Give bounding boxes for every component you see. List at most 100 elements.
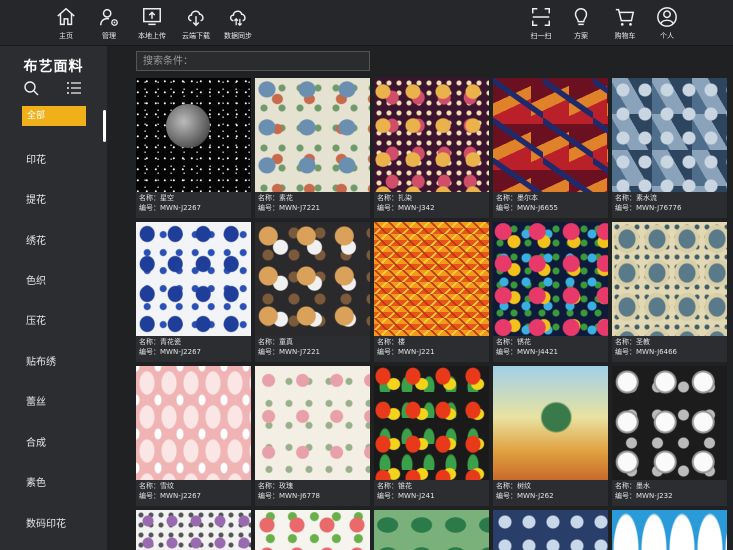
- product-card[interactable]: 名称：锈花 编号：MWN-J4421: [493, 222, 608, 362]
- product-name: 名称：素花: [258, 194, 293, 202]
- product-code: 编号：MWN-J2267: [139, 204, 201, 212]
- product-card[interactable]: [612, 510, 727, 550]
- cloud-sync-icon: [229, 10, 246, 27]
- product-card[interactable]: 名称：玫瑰编号：MWN-J6778: [255, 366, 370, 506]
- product-card[interactable]: 名称：童真 编号：MWN-J7221: [255, 222, 370, 362]
- product-code: 编号：MWN-J342: [377, 204, 435, 212]
- nav-sync-label: 数据同步: [224, 32, 252, 40]
- product-card[interactable]: [255, 510, 370, 550]
- category-all-active[interactable]: 全部: [22, 106, 86, 126]
- product-image: [136, 222, 251, 336]
- upload-icon: [143, 8, 161, 26]
- product-name: 名称：玫瑰: [258, 482, 293, 490]
- product-card[interactable]: [136, 510, 251, 550]
- product-card[interactable]: 名称：圣教 编号：MWN-J6466: [612, 222, 727, 362]
- nav-personal[interactable]: 个人: [645, 6, 689, 41]
- product-card[interactable]: 名称：树纹 编号：MWN-J262: [493, 366, 608, 506]
- product-code: 编号：MWN-J7221: [258, 348, 320, 356]
- category-item[interactable]: 绣花: [26, 232, 46, 247]
- product-image: [374, 222, 489, 336]
- product-card[interactable]: 名称：扎染编号：MWN-J342: [374, 78, 489, 218]
- product-image: [255, 78, 370, 192]
- product-card[interactable]: 名称：青花瓷 编号：MWN-J2267: [136, 222, 251, 362]
- product-image: [136, 366, 251, 480]
- nav-manage[interactable]: 管理: [87, 6, 131, 41]
- product-code: 编号：MWN-J7221: [258, 204, 320, 212]
- product-card[interactable]: 名称：锥花编号：MWN-J241: [374, 366, 489, 506]
- category-item[interactable]: 压花: [26, 312, 46, 327]
- category-item[interactable]: 贴布绣: [26, 353, 56, 368]
- product-code: 编号：MWN-J221: [377, 348, 435, 356]
- category-item[interactable]: 蕾丝: [26, 393, 46, 408]
- product-code: 编号：MWN-J241: [377, 492, 435, 500]
- search-icon[interactable]: [23, 80, 39, 96]
- product-image: [612, 510, 727, 550]
- product-name: 名称：墨尔本: [496, 194, 538, 202]
- product-image: [493, 222, 608, 336]
- sidebar-scrollbar[interactable]: [103, 110, 106, 142]
- product-image: [374, 366, 489, 480]
- category-item[interactable]: 提花: [26, 191, 46, 206]
- product-image: [255, 510, 370, 550]
- product-code: 编号：MWN-J76776: [615, 204, 682, 212]
- product-card[interactable]: 名称：墨水 编号：MWN-J232: [612, 366, 727, 506]
- product-card[interactable]: 名称：素水流编号：MWN-J76776: [612, 78, 727, 218]
- sidebar-title: 布艺面料: [23, 59, 84, 75]
- product-name: 名称：锈花: [496, 338, 531, 346]
- user-icon: [657, 7, 677, 27]
- product-name: 名称：星空: [139, 194, 174, 202]
- nav-scan-label: 扫一扫: [530, 32, 552, 40]
- product-name: 名称：圣教: [615, 338, 650, 346]
- search-input[interactable]: [136, 51, 370, 71]
- category-item[interactable]: 素色: [26, 474, 46, 489]
- product-name: 名称：雪纹: [139, 482, 174, 490]
- nav-cloud-download[interactable]: 云端下载: [174, 6, 218, 41]
- nav-plan-label: 方案: [574, 32, 588, 40]
- product-code: 编号：MWN-J262: [496, 492, 554, 500]
- product-name: 名称：扎染: [377, 194, 412, 202]
- cart-icon: [615, 8, 635, 26]
- nav-home-label: 主页: [59, 32, 73, 40]
- category-item[interactable]: 色织: [26, 272, 46, 287]
- product-code: 编号：MWN-J6778: [258, 492, 320, 500]
- category-item[interactable]: 印花: [26, 151, 46, 166]
- product-code: 编号：MWN-J2267: [139, 492, 201, 500]
- nav-scan[interactable]: 扫一扫: [519, 6, 563, 41]
- product-code: 编号：MWN-J2267: [139, 348, 201, 356]
- product-name: 名称：素水流: [615, 194, 657, 202]
- product-name: 名称：楼: [377, 338, 405, 346]
- product-image: [374, 78, 489, 192]
- product-card[interactable]: [493, 510, 608, 550]
- nav-cart[interactable]: 购物车: [603, 6, 647, 41]
- product-name: 名称：锥花: [377, 482, 412, 490]
- nav-manage-label: 管理: [102, 32, 116, 40]
- product-image: [374, 510, 489, 550]
- list-icon[interactable]: [66, 80, 82, 96]
- product-image: [493, 366, 608, 480]
- category-item[interactable]: 合成: [26, 434, 46, 449]
- nav-home[interactable]: 主页: [44, 6, 88, 41]
- product-image: [493, 510, 608, 550]
- lightbulb-icon: [574, 8, 588, 26]
- nav-local-upload[interactable]: 本地上传: [130, 6, 174, 41]
- nav-data-sync[interactable]: 数据同步: [216, 6, 260, 41]
- product-card[interactable]: [374, 510, 489, 550]
- product-image: [255, 366, 370, 480]
- product-code: 编号：MWN-J232: [615, 492, 673, 500]
- top-navigation-bar: 主页 管理 本地上传 云端下载 数据同步 扫一扫 方案 购物车 个人: [0, 0, 733, 46]
- product-card[interactable]: 名称：楼编号：MWN-J221: [374, 222, 489, 362]
- product-image: [612, 366, 727, 480]
- product-image: [493, 78, 608, 192]
- nav-cart-label: 购物车: [614, 32, 636, 40]
- cloud-download-icon: [187, 10, 204, 27]
- product-card[interactable]: 名称：墨尔本 编号：MWN-J6655: [493, 78, 608, 218]
- product-card[interactable]: 名称：素花编号：MWN-J7221: [255, 78, 370, 218]
- product-image: [612, 78, 727, 192]
- nav-personal-label: 个人: [660, 32, 674, 40]
- nav-plan[interactable]: 方案: [559, 6, 603, 41]
- category-sidebar: 布艺面料 全部 印花 提花 绣花 色织 压花 贴布绣 蕾丝 合成 素色 数码印花: [0, 46, 107, 550]
- product-card[interactable]: 名称：星空编号：MWN-J2267: [136, 78, 251, 218]
- category-item[interactable]: 数码印花: [26, 515, 66, 530]
- product-image: [136, 78, 251, 192]
- product-card[interactable]: 名称：雪纹编号：MWN-J2267: [136, 366, 251, 506]
